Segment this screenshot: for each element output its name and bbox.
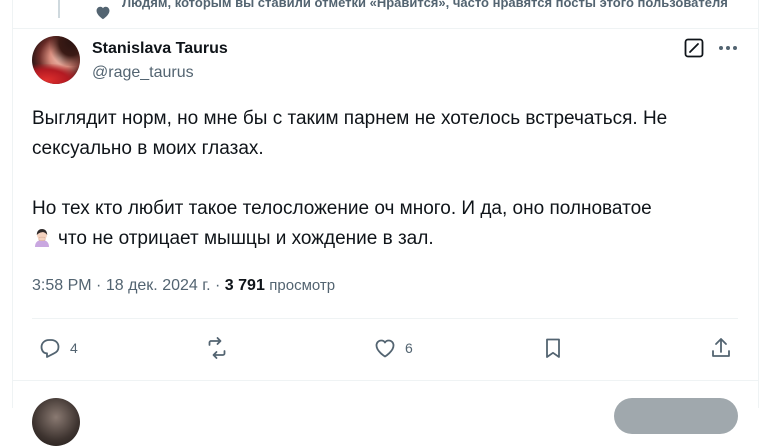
reply-composer-avatar xyxy=(32,398,80,446)
bookmark-button[interactable] xyxy=(541,336,565,360)
divider xyxy=(12,380,758,381)
tweet-meta: 3:58 PM · 18 дек. 2024 г. · 3 791 просмо… xyxy=(32,276,335,296)
tweet-time[interactable]: 3:58 PM xyxy=(32,277,92,294)
meta-separator: · xyxy=(96,277,102,294)
meta-separator: · xyxy=(215,277,221,294)
social-context: Людям, которым вы ставили отметки «Нрави… xyxy=(56,0,736,28)
author-display-name[interactable]: Stanislava Taurus xyxy=(92,39,228,59)
heart-icon xyxy=(96,6,110,20)
reply-icon xyxy=(40,339,60,358)
woman-facepalming-emoji xyxy=(35,229,49,247)
share-icon xyxy=(712,338,730,357)
share-button[interactable] xyxy=(709,336,733,360)
bookmark-icon xyxy=(546,338,560,358)
views-count: 3 791 xyxy=(224,277,265,294)
column-border-right xyxy=(758,0,759,408)
like-count: 6 xyxy=(405,340,413,356)
grok-icon[interactable] xyxy=(683,37,705,59)
tweet-text: Выглядит норм, но мне бы с таким парнем … xyxy=(32,104,738,254)
views-label: просмотр xyxy=(269,277,336,294)
more-icon[interactable] xyxy=(716,37,740,59)
retweet-icon xyxy=(208,337,226,359)
like-button[interactable]: 6 xyxy=(373,336,413,360)
tweet-line-text: что не отрицает мышцы и хождение в зал. xyxy=(58,228,434,249)
retweet-button[interactable] xyxy=(205,336,229,360)
social-context-text: Людям, которым вы ставили отметки «Нрави… xyxy=(122,0,728,10)
reply-count: 4 xyxy=(70,340,78,356)
tweet-line-with-emoji: что не отрицает мышцы и хождение в зал. xyxy=(32,224,738,254)
avatar[interactable] xyxy=(32,36,80,84)
tweet-date[interactable]: 18 дек. 2024 г. xyxy=(106,277,211,294)
tweet-line: Но тех кто любит такое телосложение оч м… xyxy=(32,198,652,219)
divider xyxy=(32,318,738,319)
author-handle[interactable]: @rage_taurus xyxy=(92,63,194,83)
column-border-left xyxy=(12,0,13,408)
reply-button[interactable]: 4 xyxy=(38,336,78,360)
tweet-line: Выглядит норм, но мне бы с таким парнем … xyxy=(32,108,668,129)
divider xyxy=(12,28,758,29)
tweet-line: сексуально в моих глазах. xyxy=(32,138,264,159)
reply-submit-button[interactable] xyxy=(614,398,738,434)
heart-icon xyxy=(375,339,395,358)
thread-line xyxy=(58,0,60,18)
